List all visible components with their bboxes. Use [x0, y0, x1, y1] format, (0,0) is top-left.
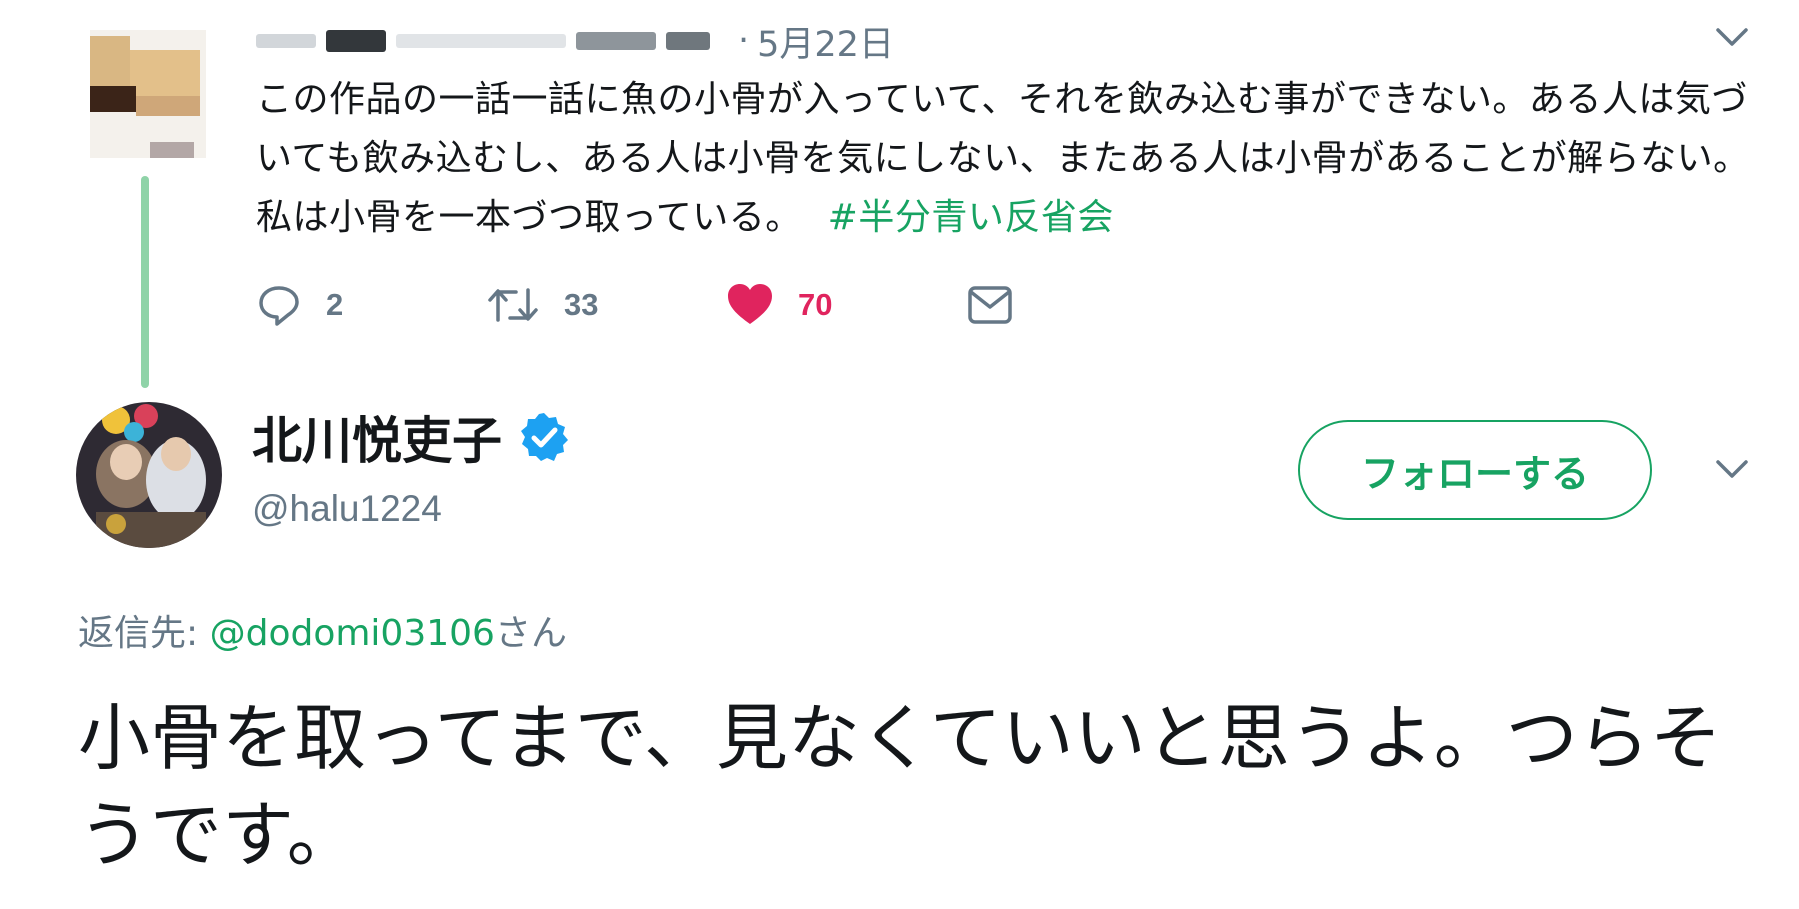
- retweet-icon: [488, 288, 538, 322]
- chevron-down-icon: [1716, 28, 1748, 46]
- blurred-handle: [666, 32, 710, 50]
- parent-avatar[interactable]: [90, 30, 206, 158]
- blurred-name: [256, 34, 316, 48]
- reply-to-handle[interactable]: @dodomi03106: [210, 613, 495, 654]
- mail-icon: [968, 286, 1012, 324]
- main-tweet-text: 小骨を取ってまで、見なくていいと思うよ。つらそうです。: [78, 696, 1722, 877]
- reply-context: 返信先: @dodomi03106さん: [78, 604, 567, 656]
- reply-count: 2: [326, 287, 344, 322]
- reply-action[interactable]: 2: [256, 282, 486, 328]
- follow-button[interactable]: フォローする: [1298, 420, 1652, 520]
- verified-badge-icon: [521, 413, 568, 461]
- reply-icon: [259, 286, 299, 326]
- like-count: 70: [798, 287, 833, 322]
- parent-tweet-menu[interactable]: [1712, 18, 1752, 62]
- parent-tweet-header: · 5月22日: [256, 16, 894, 67]
- retweet-action[interactable]: 33: [486, 282, 726, 328]
- blurred-handle: [576, 32, 656, 50]
- parent-tweet-date[interactable]: 5月22日: [757, 16, 894, 67]
- date-separator: ·: [738, 21, 750, 61]
- reply-to-label: 返信先:: [78, 613, 199, 654]
- direct-message-action[interactable]: [966, 282, 1014, 328]
- reply-to-suffix: さん: [494, 613, 567, 654]
- heart-icon: [728, 284, 772, 324]
- chevron-down-icon: [1716, 460, 1748, 478]
- author-avatar[interactable]: [76, 402, 222, 548]
- parent-tweet-text: この作品の一話一話に魚の小骨が入っていて、それを飲み込む事ができない。ある人は気…: [256, 70, 1756, 247]
- author-display-name[interactable]: 北川悦吏子: [252, 401, 502, 473]
- parent-tweet-actions: 2 33 70: [256, 280, 1014, 330]
- author-name-row: 北川悦吏子: [252, 402, 570, 472]
- like-action[interactable]: 70: [726, 282, 966, 328]
- author-handle[interactable]: @halu1224: [252, 488, 442, 530]
- retweet-count: 33: [564, 287, 599, 322]
- hashtag-link[interactable]: #半分青い反省会: [828, 197, 1114, 238]
- blurred-handle: [396, 34, 566, 48]
- main-tweet-menu[interactable]: [1712, 450, 1752, 494]
- blurred-name: [326, 30, 386, 52]
- thread-connector-line: [141, 176, 149, 388]
